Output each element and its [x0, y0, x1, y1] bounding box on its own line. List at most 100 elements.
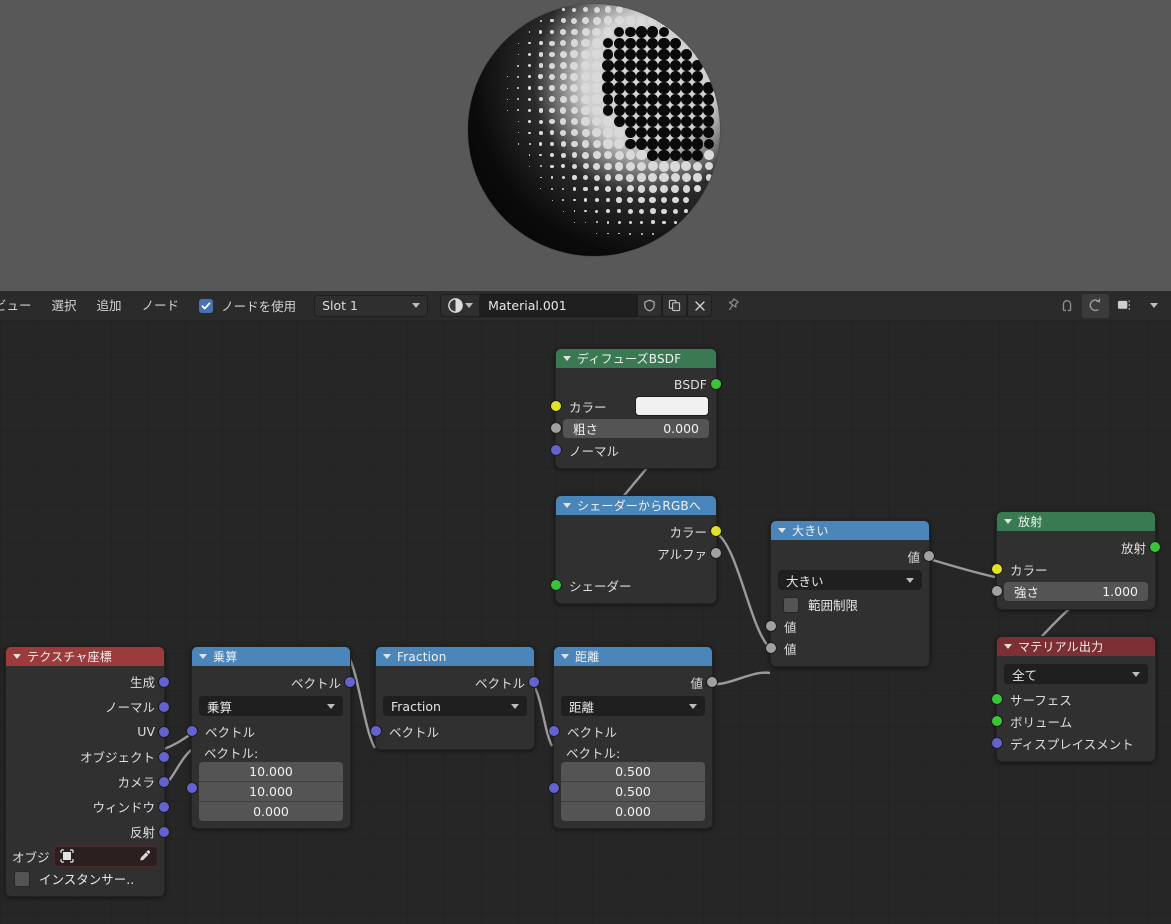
socket-vector-out[interactable] [528, 676, 540, 688]
node-header[interactable]: シェーダーからRGBへ [556, 496, 716, 515]
operation-dropdown[interactable]: 大きい [778, 570, 922, 590]
socket-roughness-in[interactable] [550, 422, 562, 434]
output-vector[interactable]: ベクトル [192, 671, 356, 693]
input-value-1[interactable]: 値 [765, 615, 929, 637]
socket-strength-in[interactable] [991, 585, 1003, 597]
socket-vector2-in[interactable] [186, 782, 198, 794]
node-texture-coordinate[interactable]: テクスチャ座標 生成 ノーマル UV オブジェクト カメラ ウィンドウ 反射 オ… [5, 646, 170, 897]
input-shader[interactable]: シェーダー [550, 574, 716, 596]
overlay-button[interactable] [1111, 294, 1138, 318]
proportional-edit-button[interactable] [1082, 293, 1109, 318]
node-header[interactable]: Fraction [376, 647, 534, 666]
collapse-triangle-icon[interactable] [1004, 519, 1012, 524]
socket-surface-in[interactable] [991, 693, 1003, 705]
socket-normal-out[interactable] [158, 700, 170, 713]
input-roughness[interactable]: 粗さ 0.000 [550, 417, 716, 439]
output-object[interactable]: オブジェクト [6, 744, 170, 769]
input-normal[interactable]: ノーマル [550, 439, 716, 461]
node-header[interactable]: マテリアル出力 [997, 637, 1155, 656]
fake-user-button[interactable] [637, 294, 663, 317]
socket-bsdf-out[interactable] [710, 378, 722, 390]
material-name-field[interactable]: Material.001 [480, 294, 638, 317]
operation-dropdown[interactable]: Fraction [383, 696, 527, 716]
output-value[interactable]: 値 [554, 671, 718, 693]
output-value[interactable]: 値 [771, 545, 935, 567]
vector-y-field[interactable]: 0.500 [561, 781, 705, 801]
socket-value-out[interactable] [923, 550, 935, 562]
object-field[interactable] [53, 845, 158, 867]
operation-dropdown[interactable]: 乗算 [199, 696, 343, 716]
collapse-triangle-icon[interactable] [563, 503, 571, 508]
clamp-checkbox[interactable] [783, 596, 799, 613]
socket-camera-out[interactable] [158, 775, 170, 788]
node-vector-math-multiply[interactable]: 乗算 ベクトル 乗算 ベクトル ベクトル: 10.000 10.000 0.00… [186, 646, 356, 829]
output-emission[interactable]: 放射 [997, 536, 1161, 558]
socket-vector-out[interactable] [344, 676, 356, 688]
socket-generated-out[interactable] [158, 675, 170, 688]
use-nodes-toggle[interactable]: ノードを使用 [199, 296, 296, 315]
node-diffuse-bsdf[interactable]: ディフューズBSDF BSDF カラー 粗さ 0.000 ノーマル [550, 348, 722, 469]
input-vector-1[interactable]: ベクトル [186, 720, 350, 742]
output-alpha[interactable]: アルファ [556, 542, 722, 564]
node-editor-canvas[interactable]: ディフューズBSDF BSDF カラー 粗さ 0.000 ノーマル シェーダーか… [0, 320, 1171, 924]
socket-object-out[interactable] [158, 750, 170, 763]
color-swatch[interactable] [635, 396, 709, 416]
node-header[interactable]: テクスチャ座標 [6, 647, 164, 666]
input-color[interactable]: カラー [550, 395, 716, 417]
input-displacement[interactable]: ディスプレイスメント [991, 732, 1155, 754]
vector-y-field[interactable]: 10.000 [199, 781, 343, 801]
socket-alpha-out[interactable] [710, 547, 722, 559]
node-emission[interactable]: 放射 放射 カラー 強さ 1.000 [991, 511, 1161, 610]
vector2-fields[interactable]: 0.500 0.500 0.000 [554, 762, 712, 821]
socket-window-out[interactable] [158, 800, 170, 813]
socket-reflection-out[interactable] [158, 825, 170, 838]
duplicate-material-button[interactable] [662, 294, 688, 317]
socket-normal-in[interactable] [550, 444, 562, 456]
socket-color-in[interactable] [550, 400, 562, 412]
input-value-2[interactable]: 値 [765, 637, 929, 659]
socket-color-out[interactable] [710, 525, 722, 537]
output-generated[interactable]: 生成 [6, 669, 170, 694]
node-vector-math-fraction[interactable]: Fraction ベクトル Fraction ベクトル [370, 646, 540, 750]
node-shader-to-rgb[interactable]: シェーダーからRGBへ カラー アルファ シェーダー [550, 495, 722, 604]
socket-volume-in[interactable] [991, 715, 1003, 727]
unlink-material-button[interactable] [687, 294, 713, 317]
collapse-triangle-icon[interactable] [561, 654, 569, 659]
input-vector[interactable]: ベクトル [370, 720, 534, 742]
node-header[interactable]: 距離 [554, 647, 712, 666]
vector-z-field[interactable]: 0.000 [199, 801, 343, 821]
node-header[interactable]: ディフューズBSDF [556, 349, 716, 368]
menu-node[interactable]: ノード [132, 291, 190, 320]
collapse-triangle-icon[interactable] [13, 654, 21, 659]
socket-vector-in[interactable] [370, 725, 382, 737]
snap-button[interactable] [1053, 294, 1080, 318]
socket-displacement-in[interactable] [991, 737, 1003, 749]
node-header[interactable]: 大きい [771, 521, 929, 540]
from-instancer-checkbox[interactable] [14, 870, 30, 887]
menu-select[interactable]: 選択 [42, 291, 87, 320]
vector2-fields[interactable]: 10.000 10.000 0.000 [192, 762, 350, 821]
collapse-triangle-icon[interactable] [1004, 644, 1012, 649]
input-surface[interactable]: サーフェス [991, 688, 1155, 710]
collapse-triangle-icon[interactable] [199, 654, 207, 659]
node-math-greater-than[interactable]: 大きい 値 大きい 範囲制限 値 値 [765, 520, 935, 667]
input-color[interactable]: カラー [991, 558, 1155, 580]
socket-color-in[interactable] [991, 563, 1003, 575]
input-volume[interactable]: ボリューム [991, 710, 1155, 732]
socket-value2-in[interactable] [765, 642, 777, 654]
pin-button[interactable] [719, 295, 745, 316]
node-vector-math-distance[interactable]: 距離 値 距離 ベクトル ベクトル: 0.500 0.500 0.000 [548, 646, 718, 829]
roughness-field[interactable]: 粗さ 0.000 [563, 418, 709, 438]
target-dropdown[interactable]: 全て [1004, 664, 1148, 684]
output-uv[interactable]: UV [6, 719, 170, 744]
output-bsdf[interactable]: BSDF [556, 373, 722, 395]
input-strength[interactable]: 強さ 1.000 [991, 580, 1155, 602]
shader-editor-header[interactable]: ビュー 選択 追加 ノード ノードを使用 Slot 1 Material.001 [0, 291, 1171, 321]
eyedropper-icon[interactable] [138, 849, 152, 863]
input-vector-1[interactable]: ベクトル [548, 720, 712, 742]
menu-view[interactable]: ビュー [0, 291, 42, 320]
clamp-row[interactable]: 範囲制限 [771, 594, 929, 615]
slot-select[interactable]: Slot 1 [314, 294, 429, 317]
output-camera[interactable]: カメラ [6, 769, 170, 794]
vector-z-field[interactable]: 0.000 [561, 801, 705, 821]
